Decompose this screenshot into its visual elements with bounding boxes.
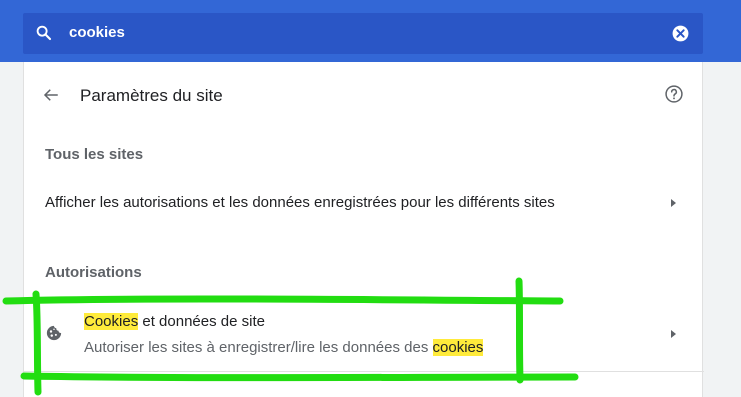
row-divider (24, 371, 704, 372)
all-sites-row[interactable]: Afficher les autorisations et les donnée… (24, 194, 704, 214)
chevron-right-icon (671, 330, 676, 338)
search-bar[interactable]: cookies (23, 13, 703, 54)
section-title-permissions: Autorisations (45, 264, 142, 281)
cookie-icon (46, 325, 62, 341)
page-header: Paramètres du site (24, 62, 704, 128)
help-icon[interactable] (664, 84, 684, 104)
clear-search-icon[interactable] (671, 24, 690, 43)
section-title-all-sites: Tous les sites (45, 146, 144, 163)
search-highlight: cookies (432, 339, 484, 356)
cookies-row-title-rest: et données de site (138, 313, 265, 330)
search-icon (36, 25, 52, 41)
cookies-row-description: Autoriser les sites à enregistrer/lire l… (84, 338, 484, 358)
search-input[interactable]: cookies (69, 24, 125, 42)
cookies-row-title: Cookies et données de site (84, 312, 265, 332)
chevron-right-icon (671, 199, 676, 207)
back-arrow-icon[interactable] (42, 86, 60, 104)
page-title: Paramètres du site (80, 86, 223, 105)
cookies-row-description-rest: Autoriser les sites à enregistrer/lire l… (84, 339, 433, 356)
search-highlight: Cookies (84, 313, 139, 330)
all-sites-row-label: Afficher les autorisations et les donnée… (45, 194, 555, 211)
cookies-site-data-row[interactable]: Cookies et données de site Autoriser les… (24, 312, 704, 360)
site-settings-card: Paramètres du site Tous les sites Affich… (23, 62, 704, 397)
